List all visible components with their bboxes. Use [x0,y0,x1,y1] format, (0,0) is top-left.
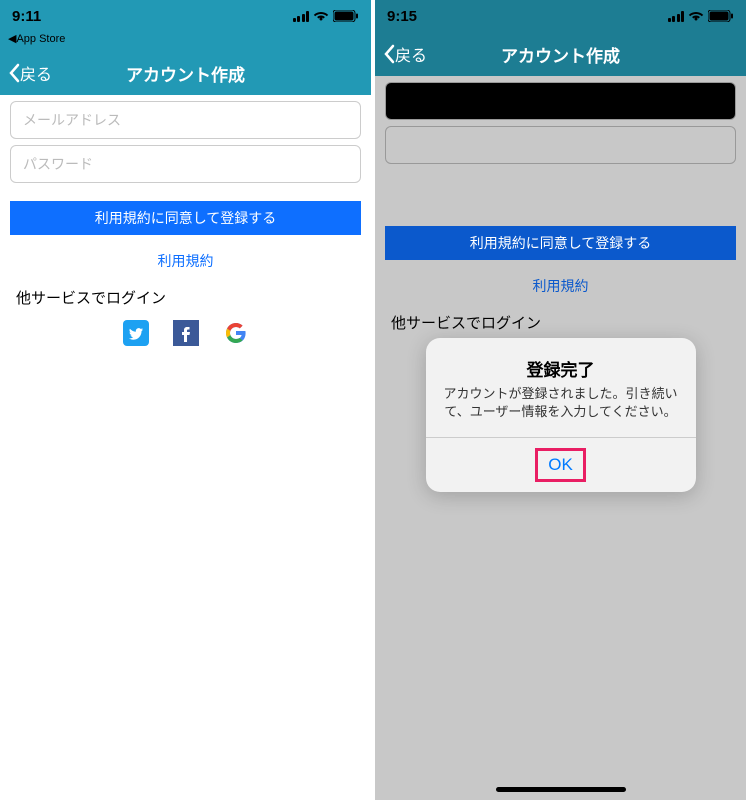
page-title: アカウント作成 [126,61,245,86]
wifi-icon [688,10,704,22]
app-store-back-label: App Store [16,33,65,45]
phone-screen-right: 9:15 戻る アカウント作成 利用規約に同意して登録する 利用規約 他サービス… [375,0,746,800]
terms-link[interactable]: 利用規約 [375,276,746,296]
battery-icon [708,10,734,22]
google-icon [223,320,249,346]
status-bar: 9:15 [375,0,746,32]
battery-icon [333,10,359,22]
phone-screen-left: 9:11 ◀ App Store 戻る アカウント作成 利用規約に同意して登録す… [0,0,371,800]
status-bar: 9:11 [0,0,371,32]
home-indicator[interactable] [496,787,626,792]
password-input[interactable] [10,145,361,183]
password-input[interactable] [385,126,736,164]
alert-message: アカウントが登録されました。引き続いて、ユーザー情報を入力してください。 [442,385,680,421]
page-title: アカウント作成 [501,42,620,67]
chevron-left-icon [8,63,20,83]
signal-icon [293,11,310,22]
app-store-back-link[interactable]: ◀ App Store [0,32,371,51]
google-button[interactable] [223,320,249,346]
email-input[interactable] [385,82,736,120]
register-button[interactable]: 利用規約に同意して登録する [10,201,361,235]
other-login-label: 他サービスでログイン [375,296,746,341]
content-area: 利用規約に同意して登録する 利用規約 他サービスでログイン [0,95,371,800]
alert-dialog: 登録完了 アカウントが登録されました。引き続いて、ユーザー情報を入力してください… [426,338,696,492]
status-icons [668,10,735,22]
back-label: 戻る [20,61,52,85]
back-label: 戻る [395,42,427,66]
nav-header: 戻る アカウント作成 [375,32,746,76]
alert-ok-highlight: OK [535,448,586,482]
back-button[interactable]: 戻る [8,61,52,85]
nav-header: 戻る アカウント作成 [0,51,371,95]
facebook-button[interactable] [173,320,199,346]
twitter-button[interactable] [123,320,149,346]
input-group-highlight [0,95,371,195]
chevron-left-icon [383,44,395,64]
alert-title: 登録完了 [442,356,680,381]
alert-content: 登録完了 アカウントが登録されました。引き続いて、ユーザー情報を入力してください… [426,338,696,437]
register-button[interactable]: 利用規約に同意して登録する [385,226,736,260]
alert-button-row: OK [426,437,696,492]
other-login-label: 他サービスでログイン [0,271,371,316]
facebook-icon [173,320,199,346]
terms-link[interactable]: 利用規約 [0,251,371,271]
alert-ok-button[interactable]: OK [548,455,573,475]
back-button[interactable]: 戻る [383,42,427,66]
status-time: 9:15 [387,8,417,25]
input-group [375,76,746,176]
status-time: 9:11 [12,8,41,25]
email-input[interactable] [10,101,361,139]
status-icons [293,10,360,22]
wifi-icon [313,10,329,22]
social-buttons [0,316,371,350]
register-button-wrap: 利用規約に同意して登録する [375,220,746,266]
triangle-left-icon: ◀ [8,32,16,45]
register-button-highlight: 利用規約に同意して登録する [0,195,371,241]
signal-icon [668,11,685,22]
twitter-icon [123,320,149,346]
